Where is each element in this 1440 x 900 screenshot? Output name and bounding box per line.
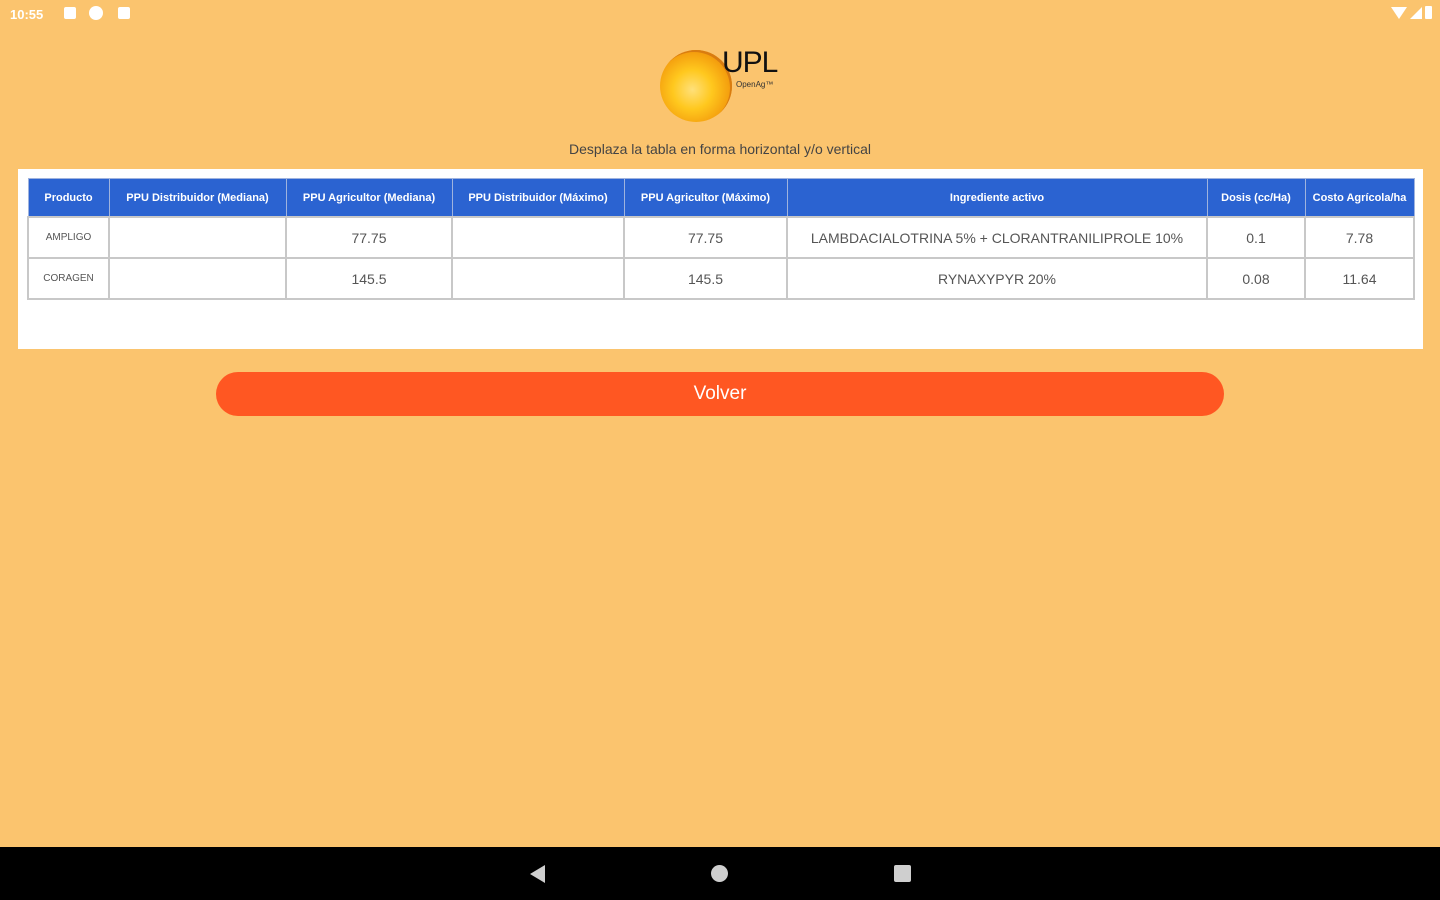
price-table: Producto PPU Distribuidor (Mediana) PPU … <box>27 178 1415 300</box>
header-dosis[interactable]: Dosis (cc/Ha) <box>1206 178 1306 218</box>
recents-icon[interactable] <box>894 865 911 882</box>
table-cell <box>451 216 625 259</box>
scroll-hint: Desplaza la tabla en forma horizontal y/… <box>569 141 871 157</box>
header-ppu-agricultor-maximo[interactable]: PPU Agricultor (Máximo) <box>623 178 788 218</box>
signal-icon <box>1410 6 1422 19</box>
table-cell: 77.75 <box>285 216 453 259</box>
header-ingrediente-activo[interactable]: Ingrediente activo <box>786 178 1208 218</box>
logo-text: UPL <box>722 46 778 79</box>
logo-tagline: OpenAg™ <box>736 80 774 89</box>
table-cell: CORAGEN <box>27 257 110 300</box>
wifi-icon <box>1391 6 1407 19</box>
table-cell: 11.64 <box>1304 257 1415 300</box>
status-bar: 10:55 <box>0 0 1440 28</box>
table-header-row: Producto PPU Distribuidor (Mediana) PPU … <box>27 178 1415 218</box>
sd-card-icon <box>118 7 130 19</box>
pinwheel-icon <box>89 6 103 20</box>
table-row: CORAGEN 145.5 145.5 RYNAXYPYR 20% 0.08 1… <box>27 257 1415 300</box>
notification-square-icon <box>64 7 76 19</box>
header-producto[interactable]: Producto <box>27 178 110 218</box>
status-time: 10:55 <box>10 7 44 22</box>
battery-icon <box>1425 6 1432 19</box>
table-cell: 7.78 <box>1304 216 1415 259</box>
header-costo-agricola[interactable]: Costo Agrícola/ha <box>1304 178 1415 218</box>
table-container[interactable]: Producto PPU Distribuidor (Mediana) PPU … <box>18 169 1423 349</box>
table-cell: 145.5 <box>285 257 453 300</box>
navigation-bar <box>0 847 1440 900</box>
home-icon[interactable] <box>711 865 728 882</box>
table-cell <box>108 257 287 300</box>
table-cell: 0.08 <box>1206 257 1306 300</box>
volver-button[interactable]: Volver <box>216 372 1224 416</box>
table-cell: 0.1 <box>1206 216 1306 259</box>
header-ppu-distribuidor-maximo[interactable]: PPU Distribuidor (Máximo) <box>451 178 625 218</box>
header-ppu-agricultor-mediana[interactable]: PPU Agricultor (Mediana) <box>285 178 453 218</box>
table-cell: AMPLIGO <box>27 216 110 259</box>
back-icon[interactable] <box>530 865 545 883</box>
table-cell: RYNAXYPYR 20% <box>786 257 1208 300</box>
table-row: AMPLIGO 77.75 77.75 LAMBDACIALOTRINA 5% … <box>27 216 1415 259</box>
table-cell: LAMBDACIALOTRINA 5% + CLORANTRANILIPROLE… <box>786 216 1208 259</box>
upl-logo: UPL OpenAg™ <box>658 46 788 128</box>
table-cell: 145.5 <box>623 257 788 300</box>
table-cell <box>108 216 287 259</box>
table-cell: 77.75 <box>623 216 788 259</box>
table-cell <box>451 257 625 300</box>
header-ppu-distribuidor-mediana[interactable]: PPU Distribuidor (Mediana) <box>108 178 287 218</box>
